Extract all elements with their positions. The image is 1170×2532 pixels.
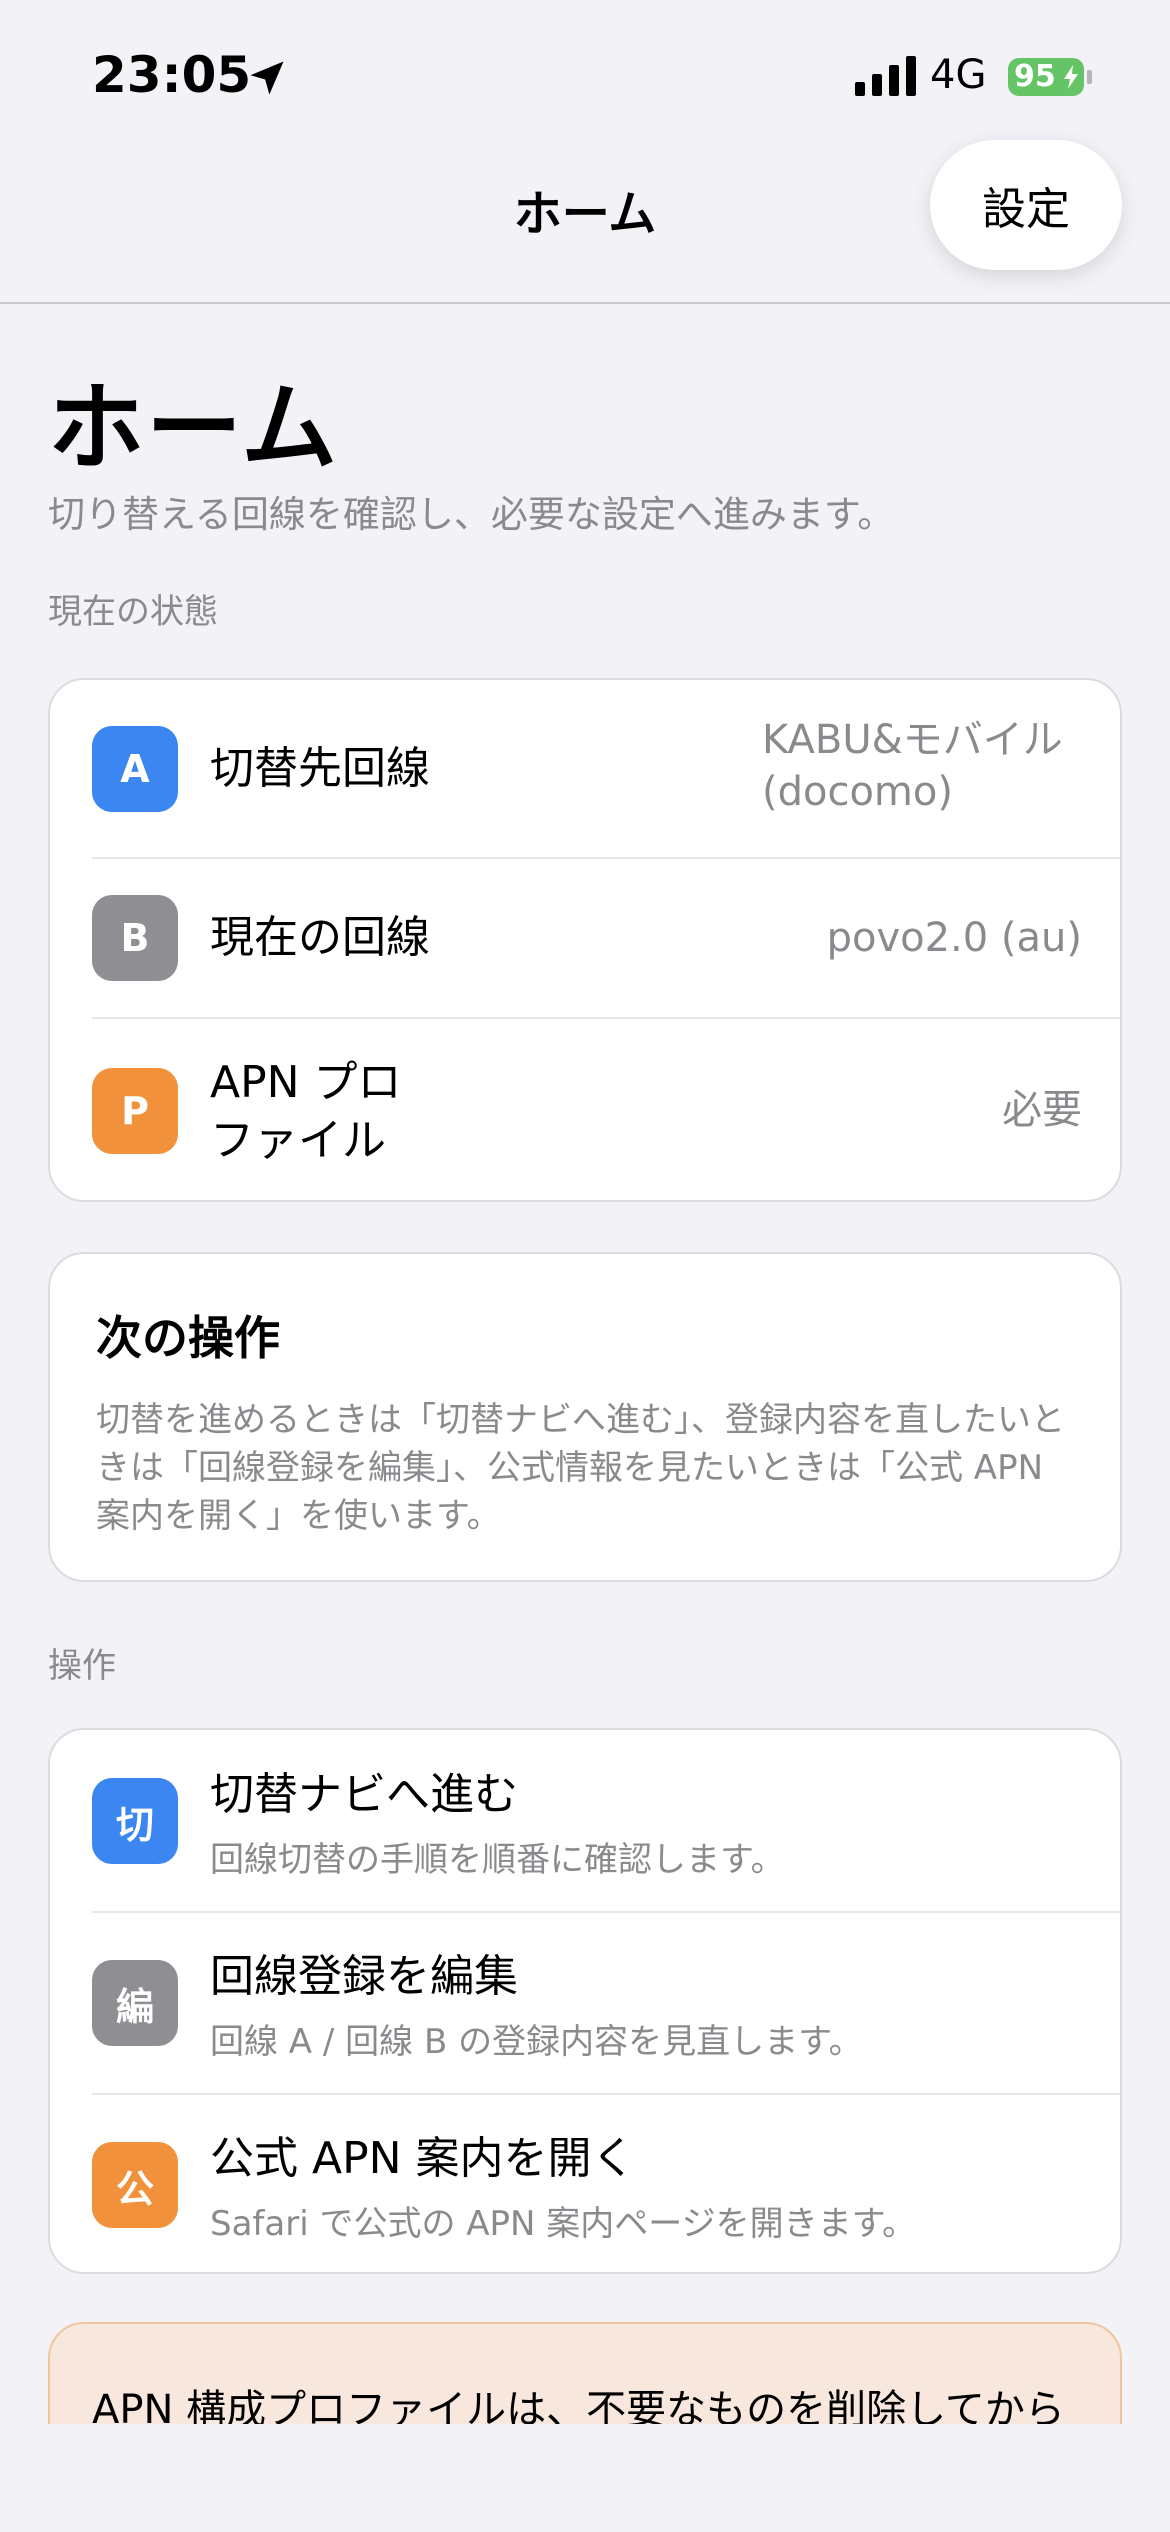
action-title: 公式 APN 案内を開く bbox=[210, 2133, 636, 2184]
status-card: A 切替先回線 KABU&モバイル (docomo) B 現在の回線 povo2… bbox=[48, 678, 1122, 1202]
action-switch-navi[interactable]: 切 切替ナビへ進む 回線切替の手順を順番に確認します。 bbox=[50, 1730, 1120, 1912]
status-time: 23:05 bbox=[92, 46, 252, 104]
status-row-current-line: B 現在の回線 povo2.0 (au) bbox=[50, 858, 1120, 1018]
edit-icon: 編 bbox=[92, 1960, 178, 2046]
status-row-target-line: A 切替先回線 KABU&モバイル (docomo) bbox=[50, 680, 1120, 858]
row-label-line2: ファイル bbox=[210, 1115, 386, 1166]
battery-charging-icon: 95 bbox=[1008, 56, 1094, 98]
bottom-safe-area bbox=[0, 2424, 1170, 2532]
badge-a: A bbox=[92, 726, 178, 812]
navigation-bar: ホーム 設定 bbox=[0, 140, 1170, 304]
row-value: KABU&モバイル (docomo) bbox=[762, 714, 1082, 818]
next-action-body: 切替を進めるときは「切替ナビへ進む」、登録内容を直したいときは「回線登録を編集」… bbox=[96, 1400, 1065, 1536]
row-label: 切替先回線 bbox=[210, 743, 430, 794]
action-subtitle: 回線切替の手順を順番に確認します。 bbox=[210, 1840, 785, 1880]
row-value: povo2.0 (au) bbox=[826, 915, 1082, 961]
actions-card: 切 切替ナビへ進む 回線切替の手順を順番に確認します。 編 回線登録を編集 回線… bbox=[48, 1728, 1122, 2274]
row-label: 現在の回線 bbox=[210, 912, 430, 963]
official-icon: 公 bbox=[92, 2142, 178, 2228]
location-arrow-icon bbox=[250, 61, 284, 95]
action-edit-lines[interactable]: 編 回線登録を編集 回線 A / 回線 B の登録内容を見直します。 bbox=[50, 1912, 1120, 2094]
switch-icon: 切 bbox=[92, 1778, 178, 1864]
status-row-apn-profile: P APN プロ ファイル 必要 bbox=[50, 1018, 1120, 1200]
row-label-line1: APN プロ bbox=[210, 1057, 402, 1108]
row-value: 必要 bbox=[1002, 1087, 1082, 1133]
cellular-signal-icon bbox=[855, 56, 916, 96]
row-value-line2: (docomo) bbox=[762, 769, 953, 815]
badge-p: P bbox=[92, 1068, 178, 1154]
settings-button[interactable]: 設定 bbox=[930, 140, 1122, 270]
action-subtitle: Safari で公式の APN 案内ページを開きます。 bbox=[210, 2204, 917, 2244]
bolt-icon bbox=[1064, 65, 1078, 89]
next-action-title: 次の操作 bbox=[96, 1311, 280, 1365]
row-value-line1: KABU&モバイル bbox=[762, 717, 1063, 763]
action-open-apn-guide[interactable]: 公 公式 APN 案内を開く Safari で公式の APN 案内ページを開きま… bbox=[50, 2094, 1120, 2272]
battery-level: 95 bbox=[1014, 59, 1056, 94]
page-subtitle: 切り替える回線を確認し、必要な設定へ進みます。 bbox=[48, 493, 895, 536]
next-action-card: 次の操作 切替を進めるときは「切替ナビへ進む」、登録内容を直したいときは「回線登… bbox=[48, 1252, 1122, 1582]
action-title: 切替ナビへ進む bbox=[210, 1769, 518, 1820]
actions-section-label: 操作 bbox=[48, 1646, 116, 1686]
action-title: 回線登録を編集 bbox=[210, 1951, 518, 2002]
badge-b: B bbox=[92, 895, 178, 981]
status-bar: 23:05 4G 95 bbox=[0, 0, 1170, 150]
status-section-label: 現在の状態 bbox=[48, 592, 218, 632]
page-title: ホーム bbox=[48, 372, 340, 484]
network-type: 4G bbox=[930, 52, 987, 98]
action-subtitle: 回線 A / 回線 B の登録内容を見直します。 bbox=[210, 2022, 863, 2062]
row-label: APN プロ ファイル bbox=[210, 1054, 402, 1170]
